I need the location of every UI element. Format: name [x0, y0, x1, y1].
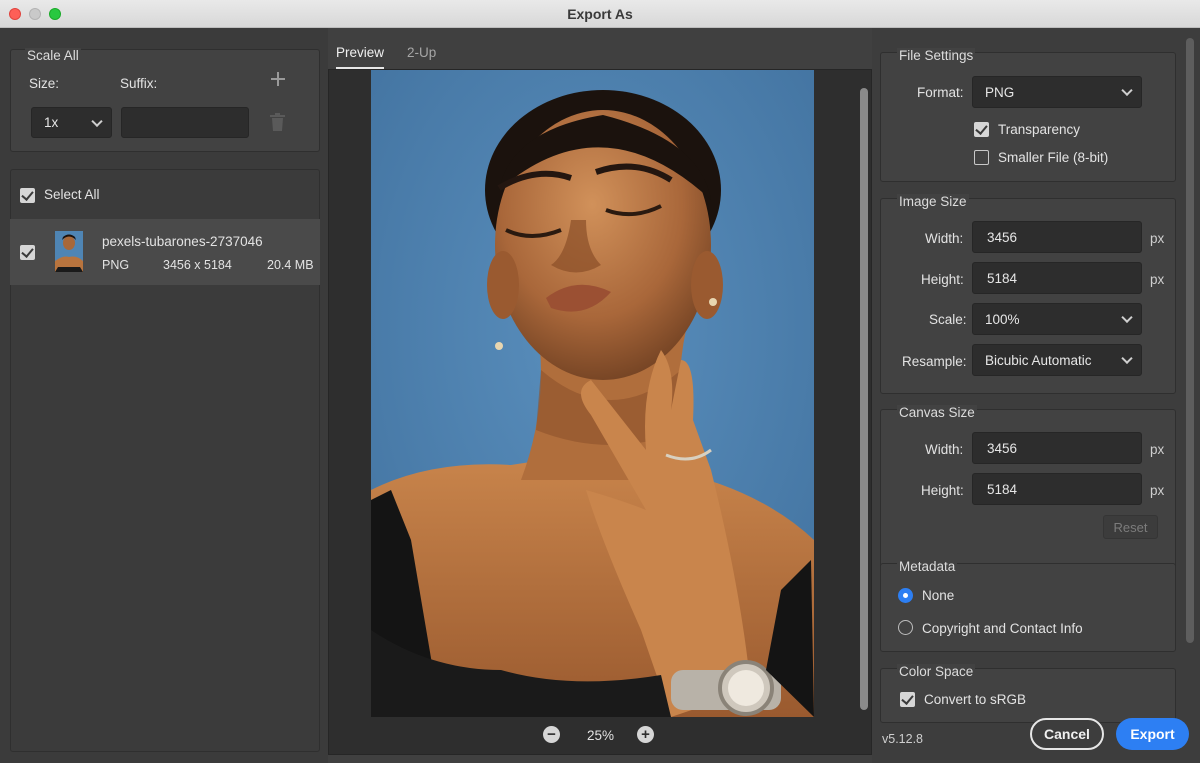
canvas-height-input[interactable]: 5184: [972, 473, 1142, 505]
size-select[interactable]: 1x: [31, 107, 112, 138]
asset-name: pexels-tubarones-2737046: [102, 234, 263, 249]
scale-all-panel: Scale All Size: Suffix: 1x: [10, 48, 320, 152]
chevron-down-icon: [1121, 352, 1133, 365]
canvas-size-panel: Canvas Size Width: 3456 px Height: 5184 …: [880, 405, 1176, 572]
asset-format: PNG: [102, 258, 130, 272]
image-height-label: Height:: [921, 272, 964, 287]
canvas-width-input[interactable]: 3456: [972, 432, 1142, 464]
format-select[interactable]: PNG: [972, 76, 1142, 108]
asset-dimensions: 3456 x 5184: [163, 258, 232, 272]
plus-icon[interactable]: [271, 72, 285, 86]
resample-label: Resample:: [902, 354, 967, 369]
suffix-label: Suffix:: [120, 76, 158, 91]
color-space-header: Color Space: [897, 664, 976, 679]
metadata-copyright-radio[interactable]: [898, 620, 913, 635]
image-height-unit: px: [1150, 272, 1165, 287]
canvas-width-label: Width:: [925, 442, 964, 457]
preview-scrollbar[interactable]: [860, 88, 868, 710]
chevron-down-icon: [1121, 84, 1133, 97]
metadata-none-label: None: [922, 588, 955, 603]
version-label: v5.12.8: [882, 732, 924, 746]
metadata-none-radio[interactable]: [898, 588, 913, 603]
preview-canvas: [328, 69, 872, 755]
export-dialog: Scale All Size: Suffix: 1x Select All pe…: [0, 28, 1200, 763]
smaller-file-checkbox[interactable]: [974, 150, 989, 165]
scale-all-header: Scale All: [25, 48, 81, 63]
suffix-input[interactable]: [121, 107, 249, 138]
metadata-copyright-label: Copyright and Contact Info: [922, 621, 1083, 636]
convert-srgb-checkbox[interactable]: [900, 692, 915, 707]
scale-select-value: 100%: [985, 311, 1020, 327]
canvas-width-unit: px: [1150, 442, 1165, 457]
format-label: Format:: [917, 85, 964, 100]
resample-select[interactable]: Bicubic Automatic: [972, 344, 1142, 376]
image-size-header: Image Size: [897, 194, 969, 209]
file-settings-panel: File Settings Format: PNG Transparency S…: [880, 48, 1176, 182]
image-size-panel: Image Size Width: 3456 px Height: 5184 p…: [880, 194, 1176, 394]
chevron-down-icon: [1121, 311, 1133, 324]
size-select-value: 1x: [44, 115, 59, 130]
cancel-button[interactable]: Cancel: [1030, 718, 1104, 750]
tab-preview[interactable]: Preview: [336, 45, 384, 60]
zoom-level: 25%: [587, 728, 615, 743]
asset-row[interactable]: pexels-tubarones-2737046 PNG 3456 x 5184…: [10, 219, 320, 285]
canvas-size-header: Canvas Size: [897, 405, 977, 420]
tab-2-up[interactable]: 2-Up: [407, 45, 436, 60]
zoom-in-icon[interactable]: +: [637, 726, 654, 743]
transparency-checkbox[interactable]: [974, 122, 989, 137]
canvas-height-unit: px: [1150, 483, 1165, 498]
format-select-value: PNG: [985, 84, 1015, 100]
export-button[interactable]: Export: [1116, 718, 1189, 750]
smaller-file-label: Smaller File (8-bit): [998, 150, 1109, 165]
image-height-input[interactable]: 5184: [972, 262, 1142, 294]
trash-icon[interactable]: [269, 113, 286, 132]
color-space-panel: Color Space Convert to sRGB: [880, 664, 1176, 723]
canvas-height-label: Height:: [921, 483, 964, 498]
image-width-label: Width:: [925, 231, 964, 246]
image-width-unit: px: [1150, 231, 1165, 246]
metadata-panel: Metadata None Copyright and Contact Info: [880, 559, 1176, 652]
resample-select-value: Bicubic Automatic: [985, 352, 1092, 368]
reset-button[interactable]: Reset: [1103, 515, 1158, 539]
asset-size: 20.4 MB: [267, 258, 314, 272]
title-bar: Export As: [0, 0, 1200, 28]
zoom-out-icon[interactable]: −: [543, 726, 560, 743]
settings-scrollbar[interactable]: [1186, 38, 1194, 643]
window-title: Export As: [567, 6, 633, 22]
scale-select[interactable]: 100%: [972, 303, 1142, 335]
transparency-label: Transparency: [998, 122, 1081, 137]
size-label: Size:: [29, 76, 60, 91]
asset-thumbnail: [55, 231, 83, 272]
chevron-down-icon: [91, 115, 103, 127]
preview-image: [371, 70, 814, 717]
left-panel: Scale All Size: Suffix: 1x Select All pe…: [0, 28, 328, 763]
asset-list-panel: Select All pexels-tubarones-2737046 PNG …: [10, 169, 320, 752]
select-all-label: Select All: [44, 187, 100, 202]
metadata-header: Metadata: [897, 559, 958, 574]
convert-srgb-label: Convert to sRGB: [924, 692, 1027, 707]
file-settings-header: File Settings: [897, 48, 976, 63]
select-all-checkbox[interactable]: [20, 188, 35, 203]
scale-label: Scale:: [929, 312, 967, 327]
asset-checkbox[interactable]: [20, 245, 35, 260]
right-panel: File Settings Format: PNG Transparency S…: [872, 28, 1200, 763]
image-width-input[interactable]: 3456: [972, 221, 1142, 253]
